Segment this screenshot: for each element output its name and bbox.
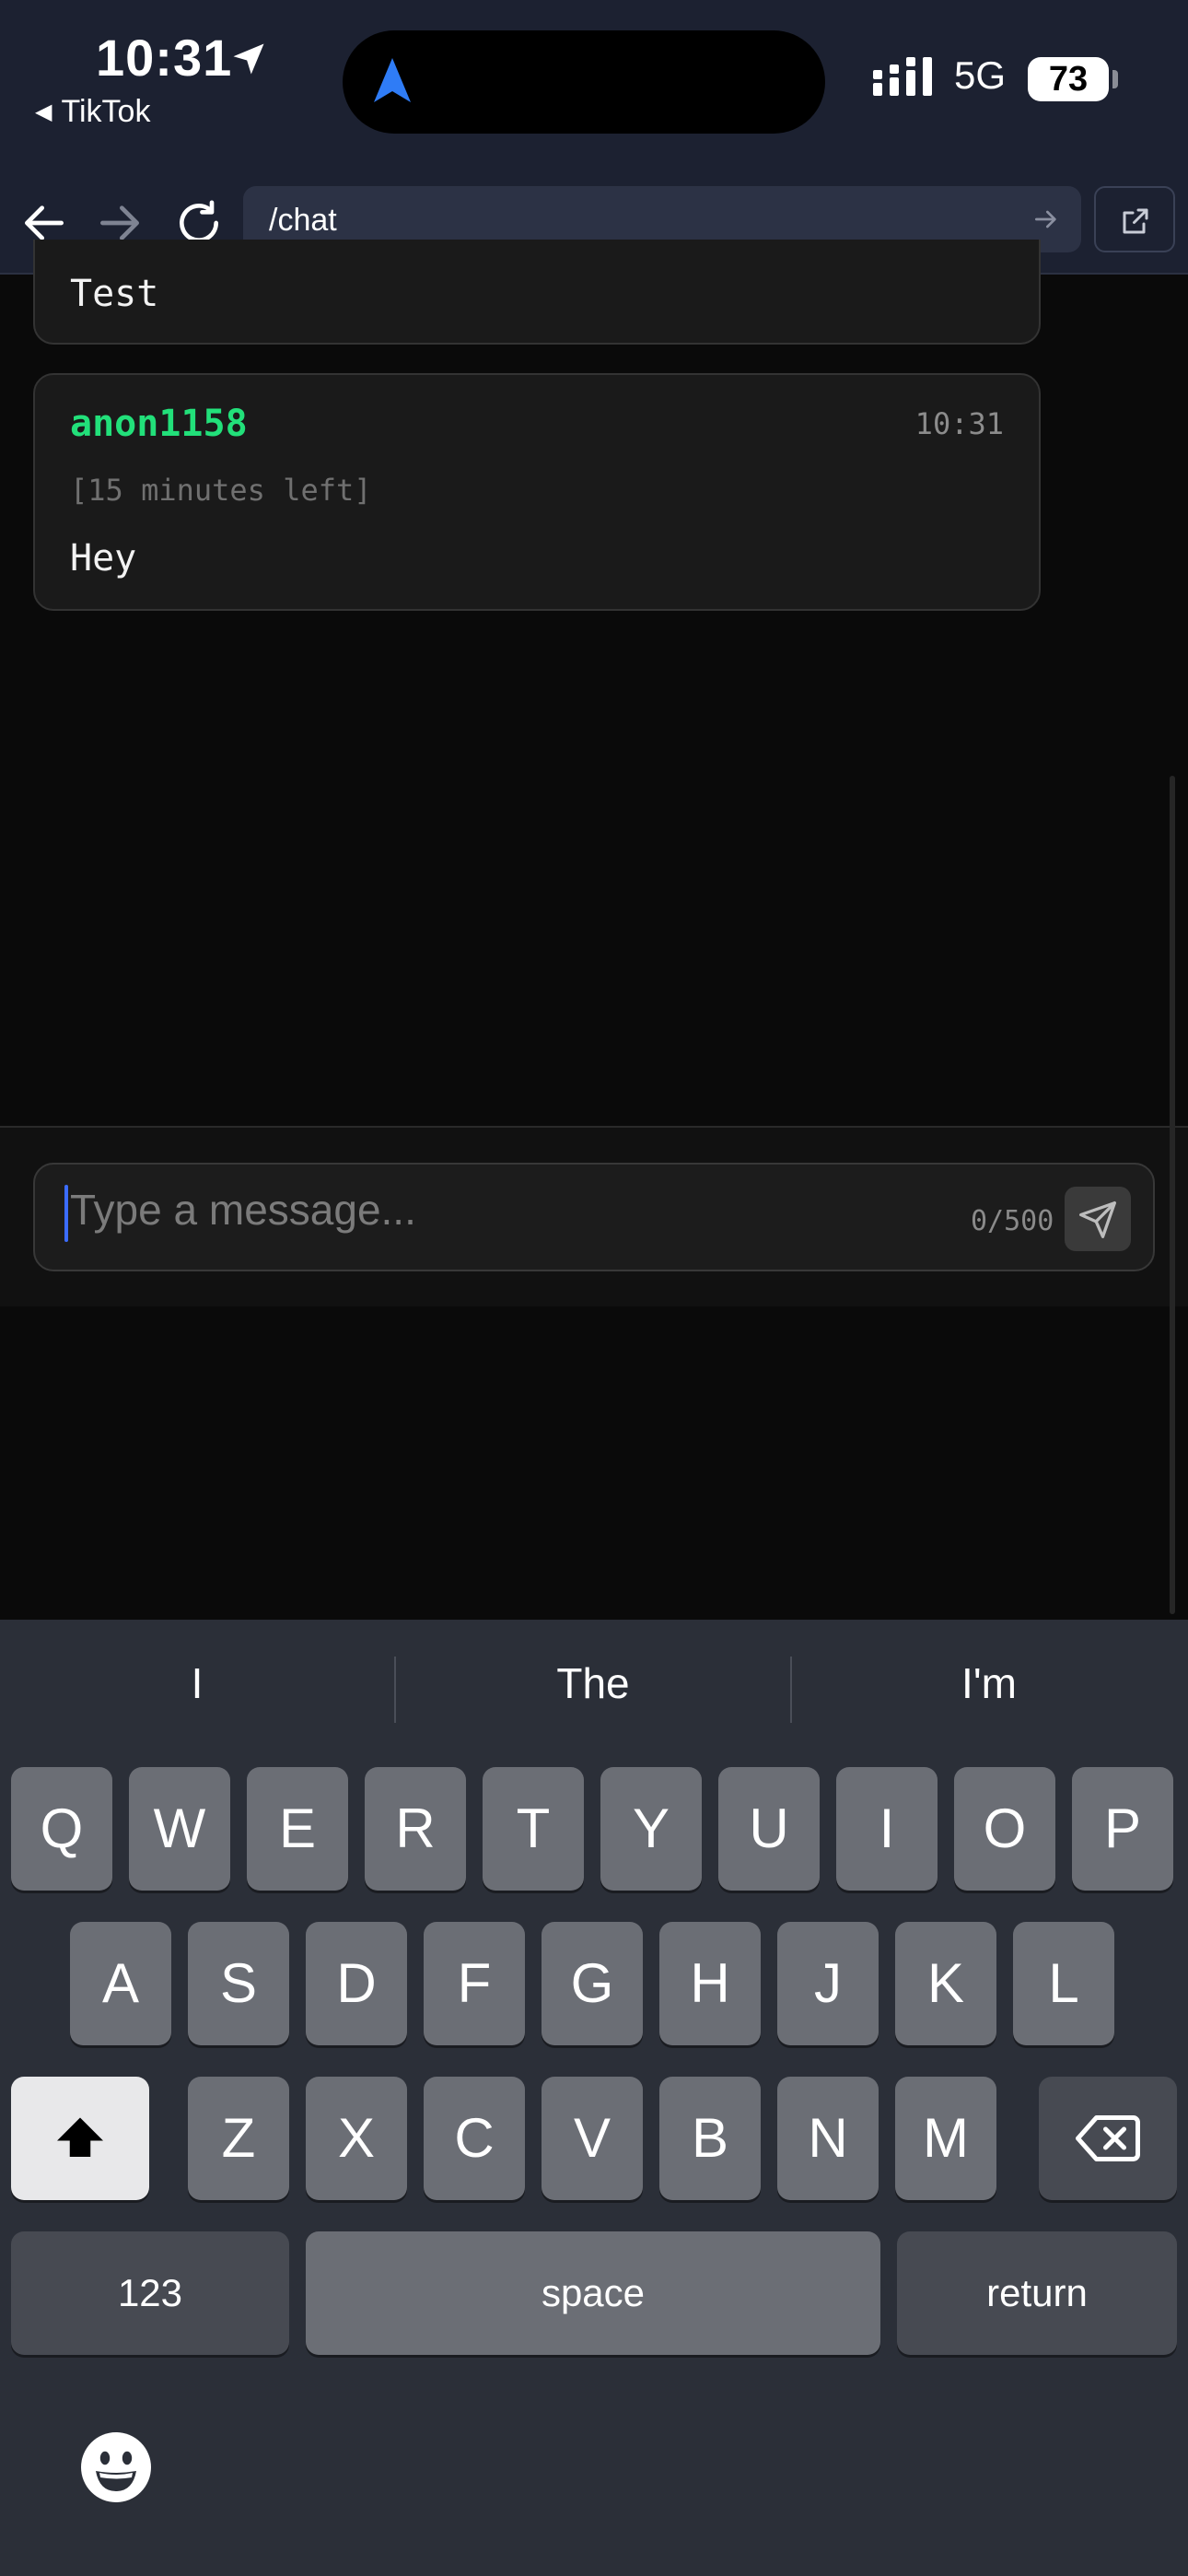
message-composer[interactable]: Type a message... 0/500: [33, 1163, 1155, 1271]
key-g[interactable]: G: [542, 1922, 643, 2045]
suggestion-3[interactable]: I'm: [792, 1658, 1186, 1708]
suggestion-1[interactable]: I: [0, 1658, 394, 1708]
space-key[interactable]: space: [306, 2231, 880, 2355]
scrollbar[interactable]: [1170, 776, 1175, 1614]
composer-area: Type a message... 0/500: [0, 1126, 1188, 1306]
key-w[interactable]: W: [129, 1767, 230, 1891]
key-i[interactable]: I: [836, 1767, 938, 1891]
signal-icon: [873, 57, 932, 96]
message-time: 10:31: [914, 406, 1004, 441]
navigation-icon: [374, 58, 411, 102]
key-o[interactable]: O: [954, 1767, 1055, 1891]
emoji-icon[interactable]: [79, 2430, 153, 2504]
back-app-label: TikTok: [61, 94, 151, 129]
char-count: 0/500: [971, 1205, 1054, 1237]
keyboard: I The I'm Q W E R T Y U I O P A S D F G …: [0, 1620, 1188, 2576]
delete-icon: [1076, 2115, 1140, 2161]
numbers-key[interactable]: 123: [11, 2231, 289, 2355]
key-n[interactable]: N: [777, 2077, 879, 2200]
key-b[interactable]: B: [659, 2077, 761, 2200]
battery-tip: [1112, 70, 1118, 88]
key-l[interactable]: L: [1013, 1922, 1114, 2045]
dynamic-island: [343, 30, 825, 134]
external-link-icon: [1123, 208, 1148, 234]
return-key[interactable]: return: [897, 2231, 1177, 2355]
key-p[interactable]: P: [1072, 1767, 1173, 1891]
key-k[interactable]: K: [895, 1922, 996, 2045]
status-bar: 10:31 ◀ TikTok 5G 73: [0, 0, 1188, 175]
key-q[interactable]: Q: [11, 1767, 112, 1891]
key-m[interactable]: M: [895, 2077, 996, 2200]
message-text: Hey: [70, 537, 137, 580]
key-j[interactable]: J: [777, 1922, 879, 2045]
key-x[interactable]: X: [306, 2077, 407, 2200]
location-arrow-icon: [233, 43, 264, 75]
key-r[interactable]: R: [365, 1767, 466, 1891]
key-v[interactable]: V: [542, 2077, 643, 2200]
key-y[interactable]: Y: [600, 1767, 702, 1891]
key-h[interactable]: H: [659, 1922, 761, 2045]
shift-key[interactable]: [11, 2077, 149, 2200]
key-a[interactable]: A: [70, 1922, 171, 2045]
message-expiry: [15 minutes left]: [70, 473, 372, 508]
key-f[interactable]: F: [424, 1922, 525, 2045]
message-input[interactable]: Type a message...: [70, 1185, 416, 1235]
key-e[interactable]: E: [247, 1767, 348, 1891]
go-arrow-icon[interactable]: [1031, 205, 1061, 234]
key-u[interactable]: U: [718, 1767, 820, 1891]
back-to-app[interactable]: ◀ TikTok: [35, 94, 150, 130]
back-triangle-icon: ◀: [35, 100, 52, 124]
suggestion-2[interactable]: The: [396, 1658, 790, 1708]
message-username[interactable]: anon1158: [70, 403, 248, 445]
key-z[interactable]: Z: [188, 2077, 289, 2200]
key-t[interactable]: T: [483, 1767, 584, 1891]
battery-icon: 73: [1028, 57, 1109, 101]
shift-icon: [57, 2117, 103, 2157]
open-external-button[interactable]: [1094, 186, 1175, 252]
key-d[interactable]: D: [306, 1922, 407, 2045]
key-c[interactable]: C: [424, 2077, 525, 2200]
key-s[interactable]: S: [188, 1922, 289, 2045]
send-button[interactable]: [1065, 1187, 1131, 1251]
send-icon: [1079, 1201, 1116, 1238]
delete-key[interactable]: [1039, 2077, 1177, 2200]
message-text: Test: [70, 273, 159, 315]
url-text: /chat: [269, 203, 337, 238]
network-type: 5G: [954, 53, 1007, 97]
text-caret: [64, 1185, 68, 1242]
message-card: Test: [33, 240, 1041, 345]
status-time: 10:31: [96, 29, 233, 87]
message-card: anon1158 10:31 [15 minutes left] Hey: [33, 373, 1041, 611]
